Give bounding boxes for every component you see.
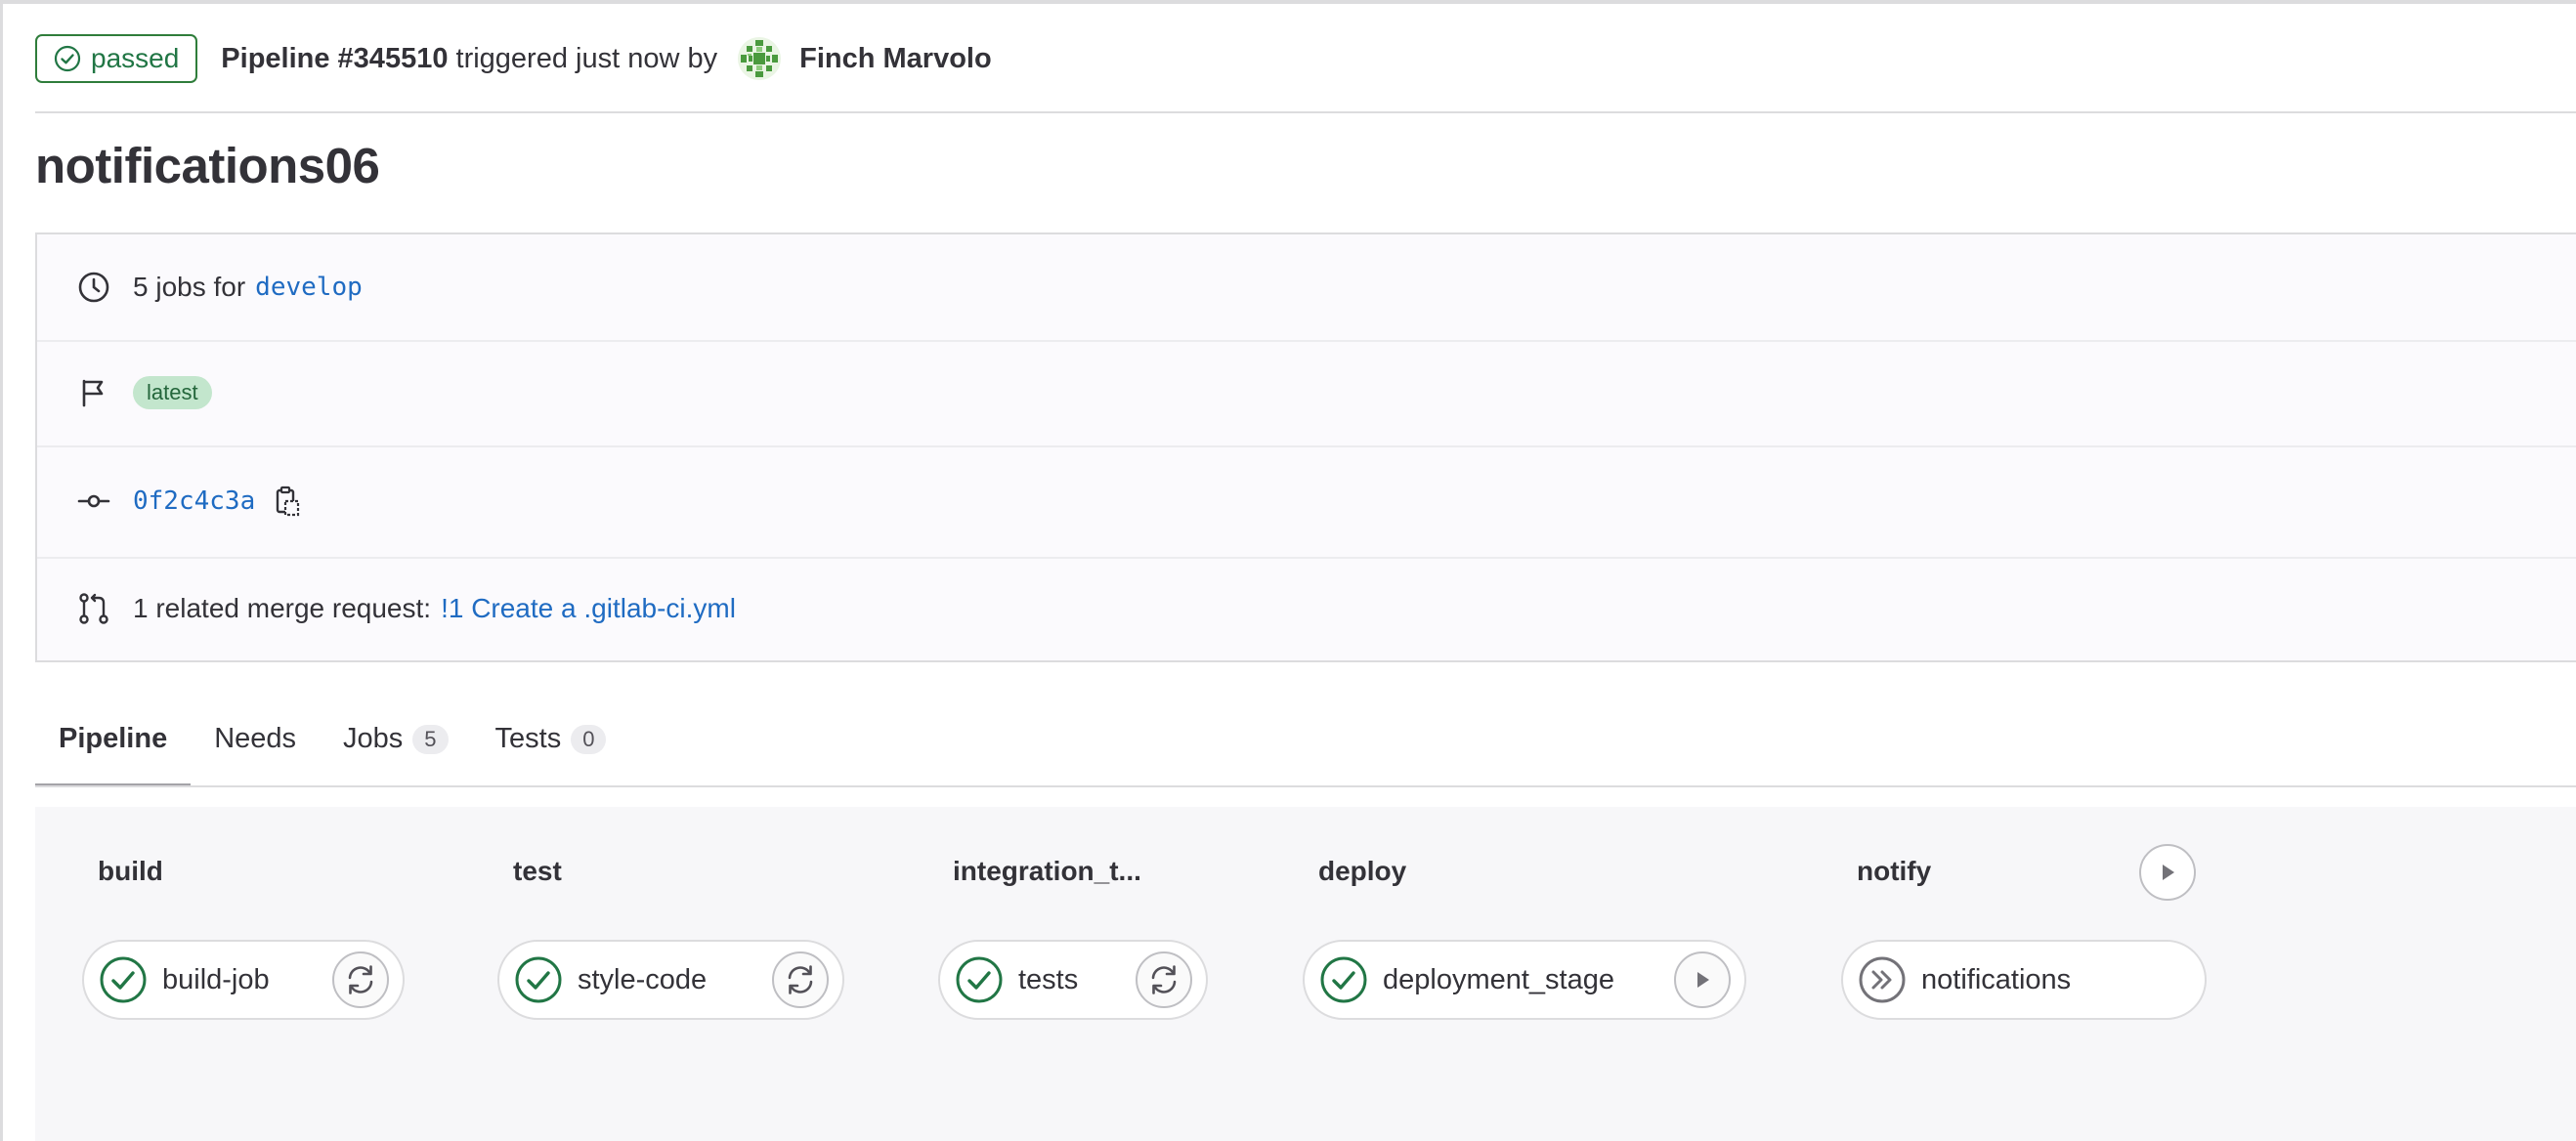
job-tests[interactable]: tests	[938, 940, 1208, 1020]
latest-badge: latest	[133, 376, 212, 409]
status-check-icon	[54, 45, 81, 72]
copy-icon[interactable]	[271, 485, 304, 518]
job-style-code[interactable]: style-code	[497, 940, 844, 1020]
tab-jobs[interactable]: Jobs 5	[320, 709, 472, 787]
merge-request-link[interactable]: !1 Create a .gitlab-ci.yml	[441, 593, 736, 624]
tab-label: Tests	[494, 723, 562, 754]
tabs-divider	[35, 785, 2576, 787]
pipeline-tabs: Pipeline Needs Jobs 5 Tests 0	[35, 709, 629, 787]
job-name: notifications	[1921, 963, 2072, 995]
info-row-jobs: 5 jobs for develop	[37, 234, 2576, 342]
retry-job-button[interactable]	[332, 951, 389, 1008]
left-border	[0, 0, 3, 1141]
info-row-merge-request: 1 related merge request: !1 Create a .gi…	[37, 557, 2576, 660]
job-notifications[interactable]: notifications	[1841, 940, 2207, 1020]
retry-job-button[interactable]	[772, 951, 829, 1008]
pipeline-summary: Pipeline #345510 triggered just now by	[221, 43, 717, 75]
success-status-icon	[100, 956, 147, 1003]
retry-job-button[interactable]	[1136, 951, 1192, 1008]
retry-icon	[348, 965, 373, 994]
tab-label: Needs	[214, 723, 297, 754]
clock-icon	[78, 272, 109, 303]
play-job-button[interactable]	[1674, 951, 1731, 1008]
job-name: deployment_stage	[1383, 963, 1614, 995]
mr-prefix: 1 related merge request:	[133, 593, 432, 623]
stage-name-build: build	[98, 856, 163, 886]
pipeline-id: Pipeline #345510	[221, 42, 449, 74]
commit-info: 0f2c4c3a	[133, 485, 304, 518]
job-name: tests	[1018, 963, 1079, 995]
merge-request-info: 1 related merge request: !1 Create a .gi…	[133, 593, 736, 624]
tab-pipeline[interactable]: Pipeline	[35, 709, 192, 787]
avatar[interactable]	[737, 36, 782, 81]
status-label: passed	[91, 43, 180, 73]
jobs-prefix: 5 jobs for	[133, 272, 246, 302]
commit-icon	[77, 494, 110, 508]
commit-sha-link[interactable]: 0f2c4c3a	[133, 486, 255, 516]
tab-count-badge: 5	[412, 725, 449, 754]
stage-name-notify: notify	[1857, 856, 1932, 886]
header-divider	[35, 111, 2576, 113]
info-row-badges: latest	[37, 340, 2576, 447]
info-row-commit: 0f2c4c3a	[37, 445, 2576, 559]
retry-icon	[788, 965, 813, 994]
tab-tests[interactable]: Tests 0	[472, 709, 630, 787]
merge-request-icon	[79, 593, 108, 624]
status-badge[interactable]: passed	[35, 34, 198, 83]
tab-needs[interactable]: Needs	[191, 709, 320, 787]
stage-name-integration: integration_t...	[953, 856, 1141, 886]
job-build-job[interactable]: build-job	[82, 940, 405, 1020]
page-title: notifications06	[35, 138, 380, 193]
retry-icon	[1151, 965, 1177, 994]
stage-name-deploy: deploy	[1318, 856, 1407, 886]
success-status-icon	[515, 956, 562, 1003]
tab-label: Jobs	[343, 723, 404, 754]
flag-icon	[82, 379, 104, 407]
play-stage-button[interactable]	[2139, 844, 2196, 901]
job-deployment-stage[interactable]: deployment_stage	[1303, 940, 1746, 1020]
play-icon	[1697, 972, 1709, 988]
stage-name-test: test	[513, 856, 562, 886]
play-icon	[2163, 865, 2174, 880]
jobs-summary: 5 jobs for develop	[133, 272, 363, 303]
success-status-icon	[956, 956, 1003, 1003]
success-status-icon	[1320, 956, 1367, 1003]
tab-count-badge: 0	[571, 725, 607, 754]
badge-list: latest	[133, 376, 212, 409]
triggered-text: triggered just now by	[455, 42, 718, 74]
top-border	[0, 0, 2576, 4]
author-name[interactable]: Finch Marvolo	[799, 43, 992, 75]
tab-label: Pipeline	[59, 723, 168, 754]
branch-link[interactable]: develop	[255, 273, 363, 302]
job-name: style-code	[578, 963, 708, 995]
pipeline-info-box: 5 jobs for develop latest 0f2c4c3a 1 rel…	[35, 232, 2576, 662]
job-name: build-job	[162, 963, 270, 995]
pipeline-header: passed Pipeline #345510 triggered just n…	[35, 33, 992, 84]
skipped-status-icon	[1859, 956, 1906, 1003]
